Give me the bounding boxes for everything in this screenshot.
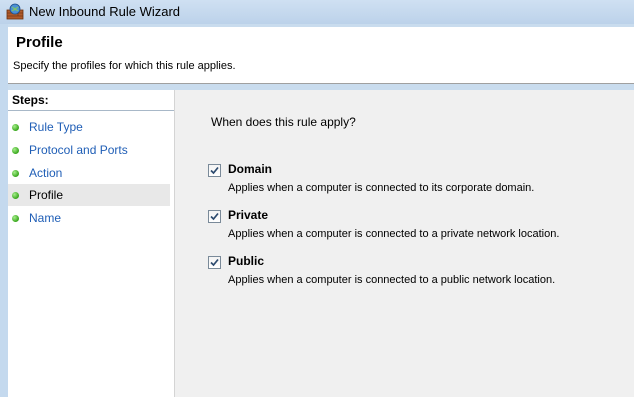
checkmark-icon [210,166,219,175]
step-bullet-icon [12,147,19,154]
step-bullet-icon [12,215,19,222]
public-checkbox[interactable] [208,256,221,269]
window-frame [0,24,8,397]
step-name[interactable]: Name [8,207,170,229]
profile-content: When does this rule apply? Domain Applie… [175,90,634,397]
private-description: Applies when a computer is connected to … [228,228,560,240]
step-bullet-icon [12,192,19,199]
domain-label[interactable]: Domain [228,162,272,176]
step-label: Profile [29,188,64,202]
window-title: New Inbound Rule Wizard [29,4,181,19]
step-rule-type[interactable]: Rule Type [8,116,170,138]
question-text: When does this rule apply? [211,115,356,129]
step-profile[interactable]: Profile [8,184,170,206]
checkmark-icon [210,212,219,221]
step-protocol-and-ports[interactable]: Protocol and Ports [8,139,170,161]
private-label[interactable]: Private [228,208,268,222]
step-label: Action [29,166,63,180]
steps-divider [8,110,174,111]
step-bullet-icon [12,170,19,177]
checkmark-icon [210,258,219,267]
steps-panel: Steps: Rule Type Protocol and Ports Acti… [8,90,175,397]
page-title: Profile [16,34,63,51]
private-checkbox[interactable] [208,210,221,223]
step-action[interactable]: Action [8,162,170,184]
step-label: Protocol and Ports [29,143,128,157]
page-subtitle: Specify the profiles for which this rule… [13,60,236,72]
firewall-wizard-icon [6,3,24,21]
domain-description: Applies when a computer is connected to … [228,182,535,194]
public-label[interactable]: Public [228,254,264,268]
step-label: Name [29,211,62,225]
domain-checkbox[interactable] [208,164,221,177]
step-bullet-icon [12,124,19,131]
wizard-header: Profile Specify the profiles for which t… [8,27,634,84]
title-bar[interactable]: New Inbound Rule Wizard [0,0,634,24]
public-description: Applies when a computer is connected to … [228,274,556,286]
steps-heading: Steps: [12,93,49,107]
step-label: Rule Type [29,120,83,134]
